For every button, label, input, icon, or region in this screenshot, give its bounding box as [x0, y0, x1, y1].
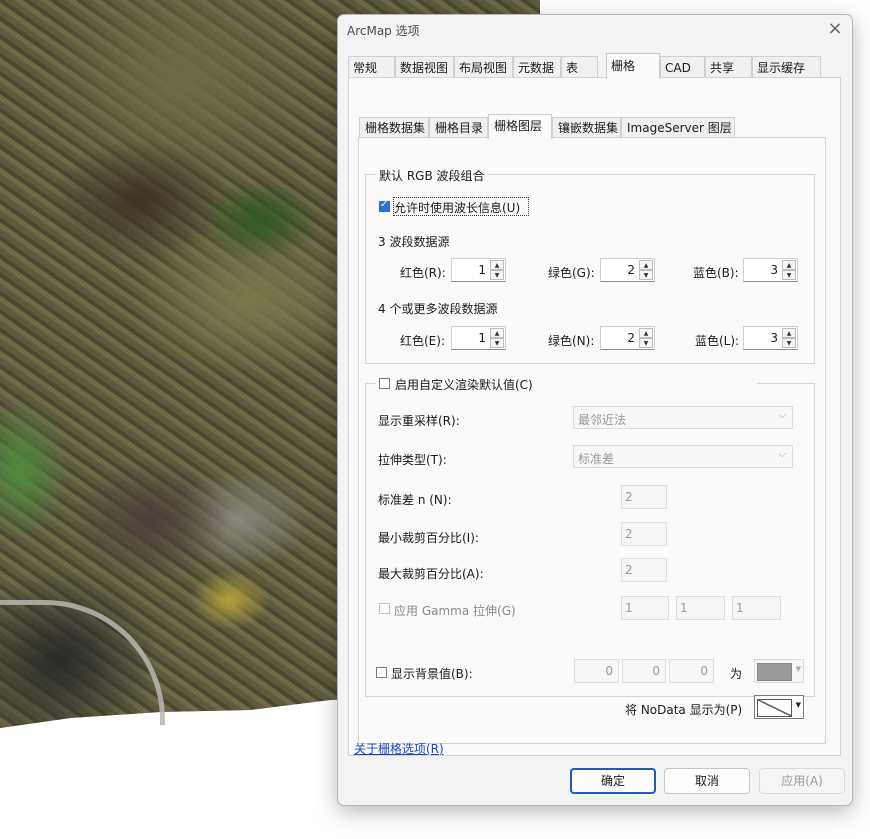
tab-display-cache[interactable]: 显示缓存 — [752, 56, 821, 78]
subtab-raster-dataset[interactable]: 栅格数据集 — [359, 117, 429, 138]
spin-up-icon[interactable]: ▲ — [782, 260, 796, 270]
title-bar: ArcMap 选项 × — [338, 15, 852, 45]
nodata-label: 将 NoData 显示为(P) — [625, 703, 743, 717]
chevron-down-icon: ⌵ — [778, 410, 786, 421]
background-value-3[interactable]: 0 — [669, 659, 714, 683]
spin-down-icon[interactable]: ▼ — [490, 338, 504, 348]
raster-options-help-link[interactable]: 关于栅格选项(R) — [354, 740, 444, 757]
spin-down-icon[interactable]: ▼ — [782, 338, 796, 348]
spin-up-icon[interactable]: ▲ — [639, 328, 653, 338]
background-color-picker[interactable]: ▼ — [754, 659, 804, 683]
nodata-color-picker[interactable]: ▼ — [754, 695, 804, 719]
subtab-raster-layer[interactable]: 栅格图层 — [488, 114, 552, 139]
arcmap-options-dialog: ArcMap 选项 × 常规 数据视图 布局视图 元数据 表 栅格 CAD 共享… — [337, 14, 853, 806]
custom-render-label: 启用自定义渲染默认值(C) — [395, 378, 533, 392]
dropdown-arrow-icon: ▼ — [795, 665, 801, 673]
spin-up-icon[interactable]: ▲ — [490, 328, 504, 338]
render-legend-row: 启用自定义渲染默认值(C) — [376, 375, 757, 393]
spin-up-icon[interactable]: ▲ — [490, 260, 504, 270]
subtab-imageserver-layer[interactable]: ImageServer 图层 — [621, 117, 735, 138]
tab-raster[interactable]: 栅格 — [606, 53, 660, 79]
gamma-checkbox[interactable] — [379, 603, 390, 614]
max-clip-input[interactable]: 2 — [621, 558, 667, 582]
spin-down-icon[interactable]: ▼ — [490, 270, 504, 280]
green-label: 绿色(G): — [548, 266, 595, 280]
spin-down-icon[interactable]: ▼ — [782, 270, 796, 280]
sub-tab-strip: 栅格数据集 栅格目录 栅格图层 镶嵌数据集 ImageServer 图层 — [359, 114, 829, 139]
resample-label: 显示重采样(R): — [378, 414, 460, 428]
stretch-type-dropdown[interactable]: 标准差 ⌵ — [573, 445, 793, 468]
apply-button[interactable]: 应用(A) — [759, 768, 845, 794]
use-wavelength-checkbox[interactable] — [379, 199, 390, 212]
red-label-multi: 红色(E): — [400, 334, 445, 348]
min-clip-label: 最小裁剪百分比(I): — [378, 531, 479, 545]
blue-band-spinner[interactable]: 3 ▲ ▼ — [743, 258, 798, 282]
gamma-input-3[interactable]: 1 — [732, 596, 781, 620]
tab-sharing[interactable]: 共享 — [705, 56, 752, 78]
background-checkbox[interactable] — [376, 667, 387, 678]
green-band-spinner-multi[interactable]: 2 ▲ ▼ — [600, 326, 655, 350]
main-tab-strip: 常规 数据视图 布局视图 元数据 表 栅格 CAD 共享 显示缓存 — [348, 53, 840, 79]
tab-cad[interactable]: CAD — [660, 56, 705, 78]
background-value-2[interactable]: 0 — [622, 659, 666, 683]
use-wavelength-label: 允许时使用波长信息(U) — [394, 201, 521, 215]
gamma-input-2[interactable]: 1 — [676, 596, 725, 620]
custom-render-checkbox[interactable] — [379, 378, 390, 389]
max-clip-label: 最大裁剪百分比(A): — [378, 567, 484, 581]
gamma-input-1[interactable]: 1 — [621, 596, 669, 620]
tab-layout-view[interactable]: 布局视图 — [454, 56, 513, 78]
stretch-type-label: 拉伸类型(T): — [378, 453, 447, 467]
min-clip-input[interactable]: 2 — [621, 522, 667, 546]
three-band-heading: 3 波段数据源 — [378, 235, 450, 249]
raster-layer-page: 默认 RGB 波段组合 允许时使用波长信息(U) 3 波段数据源 红色(R): … — [358, 137, 826, 744]
spin-down-icon[interactable]: ▼ — [639, 270, 653, 280]
tab-data-view[interactable]: 数据视图 — [395, 56, 454, 78]
resample-dropdown[interactable]: 最邻近法 ⌵ — [573, 406, 793, 429]
blue-label: 蓝色(B): — [693, 266, 739, 280]
chevron-down-icon: ⌵ — [778, 449, 786, 460]
blue-label-multi: 蓝色(L): — [695, 334, 740, 348]
spin-up-icon[interactable]: ▲ — [639, 260, 653, 270]
cancel-button[interactable]: 取消 — [664, 768, 750, 794]
red-band-spinner-multi[interactable]: 1 ▲ ▼ — [451, 326, 506, 350]
blue-band-spinner-multi[interactable]: 3 ▲ ▼ — [743, 326, 798, 350]
dropdown-arrow-icon: ▼ — [795, 701, 801, 709]
rgb-group-legend: 默认 RGB 波段组合 — [376, 167, 488, 184]
red-label: 红色(R): — [400, 266, 446, 280]
stddev-label: 标准差 n (N): — [378, 493, 452, 507]
green-label-multi: 绿色(N): — [548, 334, 595, 348]
spin-down-icon[interactable]: ▼ — [639, 338, 653, 348]
subtab-raster-catalog[interactable]: 栅格目录 — [429, 117, 488, 138]
stddev-input[interactable]: 2 — [621, 485, 667, 509]
green-band-spinner[interactable]: 2 ▲ ▼ — [600, 258, 655, 282]
ok-button[interactable]: 确定 — [570, 768, 656, 794]
red-band-spinner[interactable]: 1 ▲ ▼ — [451, 258, 506, 282]
close-icon[interactable]: × — [824, 18, 846, 40]
spin-up-icon[interactable]: ▲ — [782, 328, 796, 338]
tab-table[interactable]: 表 — [561, 56, 598, 78]
background-value-1[interactable]: 0 — [574, 659, 619, 683]
subtab-mosaic-dataset[interactable]: 镶嵌数据集 — [552, 117, 621, 138]
as-label: 为 — [730, 667, 743, 681]
raster-tab-page: 栅格数据集 栅格目录 栅格图层 镶嵌数据集 ImageServer 图层 默认 … — [348, 77, 841, 756]
multi-band-heading: 4 个或更多波段数据源 — [378, 302, 498, 316]
dialog-title: ArcMap 选项 — [347, 24, 420, 38]
gamma-label: 应用 Gamma 拉伸(G) — [394, 604, 516, 618]
background-label: 显示背景值(B): — [391, 667, 473, 681]
color-swatch — [757, 663, 792, 681]
tab-general[interactable]: 常规 — [348, 56, 395, 78]
no-color-swatch — [757, 699, 792, 717]
tab-metadata[interactable]: 元数据 — [513, 56, 561, 78]
